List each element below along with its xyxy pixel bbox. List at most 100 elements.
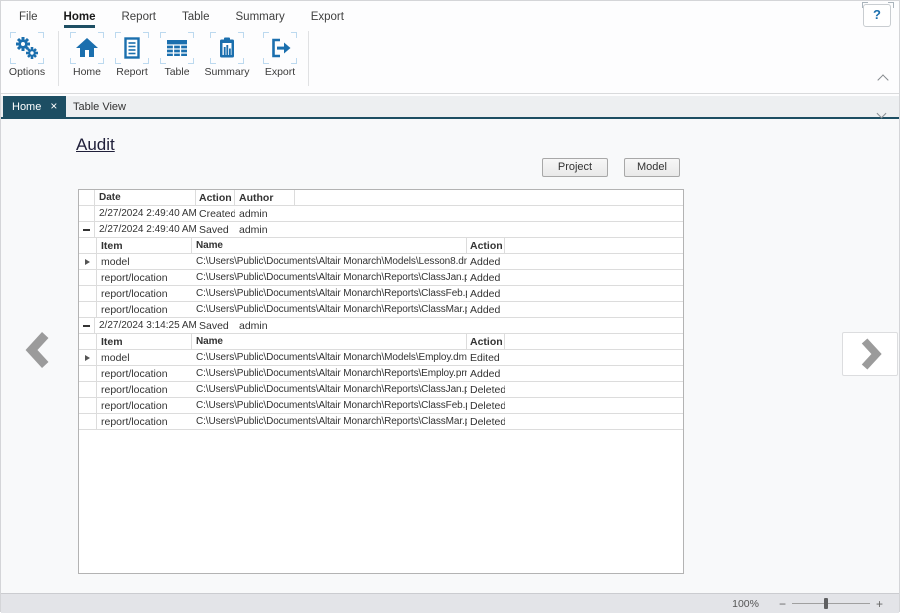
zoom-slider-track bbox=[792, 603, 870, 604]
ribbon-report-button[interactable]: Report bbox=[109, 32, 155, 78]
cell-item: report/location bbox=[97, 366, 192, 381]
indicator-cell bbox=[79, 334, 97, 349]
audit-detail-row[interactable]: report/location C:\Users\Public\Document… bbox=[79, 398, 683, 414]
tab-table-view[interactable]: Table View bbox=[67, 96, 132, 117]
cell-detail-action: Added bbox=[467, 366, 505, 381]
next-page-button[interactable] bbox=[842, 332, 898, 376]
indicator-cell bbox=[79, 238, 97, 253]
audit-detail-row[interactable]: model C:\Users\Public\Documents\Altair M… bbox=[79, 350, 683, 366]
chevron-down-icon bbox=[877, 109, 887, 119]
project-button[interactable]: Project bbox=[542, 158, 608, 177]
cell-author: admin bbox=[235, 318, 295, 333]
collapse-icon bbox=[83, 229, 90, 231]
ribbon-table-button[interactable]: Table bbox=[154, 32, 200, 78]
cell-name: C:\Users\Public\Documents\Altair Monarch… bbox=[192, 398, 467, 413]
cell-name: C:\Users\Public\Documents\Altair Monarch… bbox=[192, 350, 467, 365]
menu-home[interactable]: Home bbox=[64, 11, 96, 28]
tab-table-view-label: Table View bbox=[73, 101, 126, 113]
ribbon-home-button[interactable]: Home bbox=[64, 32, 110, 78]
cell-detail-action: Added bbox=[467, 302, 505, 317]
col-name: Name bbox=[192, 334, 467, 349]
zoom-out-button[interactable]: − bbox=[779, 599, 786, 609]
audit-detail-row[interactable]: report/location C:\Users\Public\Document… bbox=[79, 414, 683, 430]
ribbon-summary-button[interactable]: Summary bbox=[202, 32, 252, 78]
row-indicator bbox=[79, 414, 97, 429]
zoom-in-button[interactable]: + bbox=[876, 599, 883, 609]
cell-filler bbox=[505, 286, 683, 301]
cell-name: C:\Users\Public\Documents\Altair Monarch… bbox=[192, 270, 467, 285]
corner-frame bbox=[70, 32, 104, 64]
options-button[interactable]: Options bbox=[4, 32, 50, 78]
menu-table[interactable]: Table bbox=[182, 11, 210, 28]
audit-detail-row[interactable]: report/location C:\Users\Public\Document… bbox=[79, 286, 683, 302]
cell-name: C:\Users\Public\Documents\Altair Monarch… bbox=[192, 286, 467, 301]
cell-item: report/location bbox=[97, 414, 192, 429]
row-indicator bbox=[79, 286, 97, 301]
cell-item: report/location bbox=[97, 302, 192, 317]
col-detail-action: Action bbox=[467, 334, 505, 349]
chevron-right-icon bbox=[857, 337, 883, 371]
col-date: Date bbox=[95, 190, 196, 205]
ribbon-report-label: Report bbox=[116, 66, 148, 78]
row-indicator bbox=[79, 270, 97, 285]
cell-detail-action: Added bbox=[467, 254, 505, 269]
model-button[interactable]: Model bbox=[624, 158, 680, 177]
audit-detail-row[interactable]: model C:\Users\Public\Documents\Altair M… bbox=[79, 254, 683, 270]
corner-frame bbox=[210, 32, 244, 64]
zoom-slider-handle[interactable] bbox=[824, 598, 828, 609]
previous-page-button[interactable] bbox=[19, 327, 59, 373]
cell-name: C:\Users\Public\Documents\Altair Monarch… bbox=[192, 366, 467, 381]
col-detail-action: Action bbox=[467, 238, 505, 253]
ribbon-export-button[interactable]: Export bbox=[257, 32, 303, 78]
cell-filler bbox=[505, 350, 683, 365]
status-bar: 100% − + bbox=[1, 593, 899, 613]
cell-item: report/location bbox=[97, 382, 192, 397]
tab-home-label: Home bbox=[12, 101, 41, 113]
close-icon[interactable]: × bbox=[50, 101, 57, 112]
corner-frame bbox=[263, 32, 297, 64]
audit-row[interactable]: 2/27/2024 2:49:40 AM Created admin bbox=[79, 206, 683, 222]
tab-home[interactable]: Home × bbox=[3, 96, 66, 117]
collapse-icon bbox=[83, 325, 90, 327]
cell-filler bbox=[505, 270, 683, 285]
audit-row[interactable]: 2/27/2024 3:14:25 AM Saved admin bbox=[79, 318, 683, 334]
app-window: File Home Report Table Summary Export ? bbox=[0, 0, 900, 612]
cell-item: model bbox=[97, 350, 192, 365]
help-button[interactable]: ? bbox=[863, 4, 891, 27]
cell-author: admin bbox=[235, 222, 295, 237]
cell-filler bbox=[295, 222, 683, 237]
menu-bar: File Home Report Table Summary Export bbox=[1, 1, 899, 28]
cell-date: 2/27/2024 2:49:40 AM bbox=[95, 222, 196, 237]
ribbon-collapse-button[interactable] bbox=[879, 71, 887, 89]
collapse-button[interactable] bbox=[79, 222, 95, 237]
cell-action: Saved bbox=[196, 222, 235, 237]
ribbon-export-label: Export bbox=[265, 66, 295, 78]
row-indicator bbox=[79, 382, 97, 397]
current-row-arrow-icon bbox=[85, 259, 90, 265]
detail-header-row: Item Name Action bbox=[79, 334, 683, 350]
cell-detail-action: Deleted bbox=[467, 414, 505, 429]
cell-filler bbox=[505, 382, 683, 397]
zoom-slider[interactable] bbox=[792, 598, 870, 609]
audit-detail-row[interactable]: report/location C:\Users\Public\Document… bbox=[79, 302, 683, 318]
col-author: Author bbox=[235, 190, 295, 205]
menu-report[interactable]: Report bbox=[121, 11, 156, 28]
menu-file[interactable]: File bbox=[19, 11, 38, 28]
cell-filler bbox=[505, 414, 683, 429]
cell-detail-action: Deleted bbox=[467, 382, 505, 397]
row-indicator bbox=[79, 302, 97, 317]
audit-detail-row[interactable]: report/location C:\Users\Public\Document… bbox=[79, 366, 683, 382]
cell-action: Created bbox=[196, 206, 235, 221]
cell-date: 2/27/2024 2:49:40 AM bbox=[95, 206, 196, 221]
audit-detail-row[interactable]: report/location C:\Users\Public\Document… bbox=[79, 270, 683, 286]
row-indicator bbox=[79, 398, 97, 413]
cell-filler bbox=[505, 254, 683, 269]
menu-export[interactable]: Export bbox=[311, 11, 344, 28]
audit-row[interactable]: 2/27/2024 2:49:40 AM Saved admin bbox=[79, 222, 683, 238]
menu-summary[interactable]: Summary bbox=[236, 11, 285, 28]
row-indicator bbox=[79, 366, 97, 381]
ribbon-separator bbox=[308, 31, 309, 86]
audit-detail-row[interactable]: report/location C:\Users\Public\Document… bbox=[79, 382, 683, 398]
collapse-button[interactable] bbox=[79, 318, 95, 333]
col-filler bbox=[295, 190, 683, 205]
